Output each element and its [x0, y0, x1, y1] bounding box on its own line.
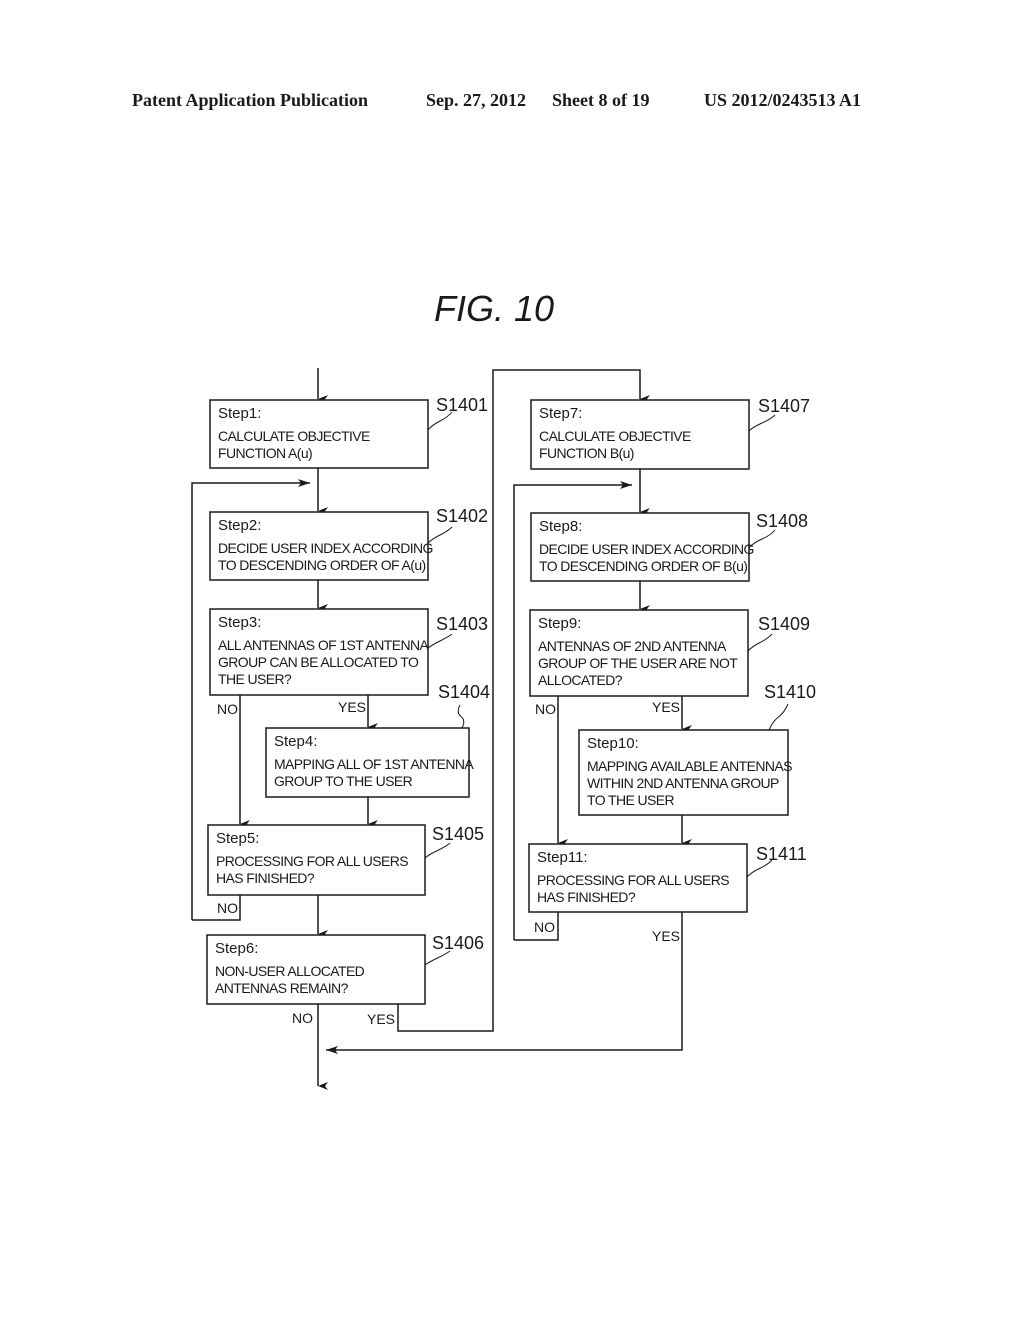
step-8-text-line: TO DESCENDING ORDER OF B(u): [539, 558, 747, 574]
s6-yes-label: YES: [367, 1011, 395, 1027]
step-2-text-line: TO DESCENDING ORDER OF A(u): [218, 557, 426, 573]
step-2-box: Step2: DECIDE USER INDEX ACCORDINGTO DESC…: [209, 506, 488, 581]
step-6-leader-squiggle: [424, 950, 451, 966]
step-11-text-line: HAS FINISHED?: [537, 889, 636, 905]
step-8-ref-label: S1408: [756, 511, 808, 531]
step-5-ref-label: S1405: [432, 824, 484, 844]
step-8-title: Step8:: [539, 518, 582, 535]
s11-yes-label: YES: [652, 928, 680, 944]
step-5-text-line: HAS FINISHED?: [216, 870, 315, 886]
step-9-leader-squiggle: [747, 633, 773, 652]
s5-no-label: NO: [217, 900, 238, 916]
step-2-text-line: DECIDE USER INDEX ACCORDING: [218, 540, 433, 556]
step-7-title: Step7:: [539, 405, 582, 422]
step-5-title: Step5:: [216, 830, 259, 847]
s11-no-label: NO: [534, 919, 555, 935]
step-10-text-line: MAPPING AVAILABLE ANTENNAS: [587, 758, 792, 774]
step-4-text-line: MAPPING ALL OF 1ST ANTENNA: [274, 756, 474, 772]
step-5-text-line: PROCESSING FOR ALL USERS: [216, 853, 408, 869]
step-6-box: Step6: NON-USER ALLOCATEDANTENNAS REMAIN?…: [206, 933, 484, 1005]
step-3-leader-squiggle: [427, 633, 453, 649]
step-10-title: Step10:: [587, 735, 639, 752]
step-4-ref-label: S1404: [438, 682, 490, 702]
step-4-leader-squiggle: [457, 704, 465, 729]
step-1-title: Step1:: [218, 405, 261, 422]
step-11-ref-label: S1411: [756, 844, 807, 864]
step-10-box: Step10: MAPPING AVAILABLE ANTENNASWITHIN …: [578, 682, 816, 816]
step-3-text-line: GROUP CAN BE ALLOCATED TO: [218, 654, 419, 670]
step-1-ref-label: S1401: [436, 395, 488, 415]
step-2-title: Step2:: [218, 517, 261, 534]
step-2-ref-label: S1402: [436, 506, 488, 526]
step-9-text-line: ANTENNAS OF 2ND ANTENNA: [538, 638, 727, 654]
step-10-text-line: TO THE USER: [587, 792, 675, 808]
step-3-text-line: THE USER?: [218, 671, 292, 687]
step-11-title: Step11:: [537, 849, 588, 866]
s9-yes-label: YES: [652, 699, 680, 715]
step-11-text-line: PROCESSING FOR ALL USERS: [537, 872, 729, 888]
step-4-text-line: GROUP TO THE USER: [274, 773, 413, 789]
step-6-text-line: NON-USER ALLOCATED: [215, 963, 365, 979]
step-5-leader-squiggle: [424, 842, 451, 859]
step-9-title: Step9:: [538, 615, 581, 632]
step-10-leader-squiggle: [768, 703, 789, 731]
step-8-box: Step8: DECIDE USER INDEX ACCORDINGTO DESC…: [530, 511, 808, 582]
step-7-text-line: CALCULATE OBJECTIVE: [539, 428, 691, 444]
step-3-text-line: ALL ANTENNAS OF 1ST ANTENNA: [218, 637, 429, 653]
s3-yes-label: YES: [338, 699, 366, 715]
step-9-text-line: ALLOCATED?: [538, 672, 623, 688]
step-3-ref-label: S1403: [436, 614, 488, 634]
step-4-box: Step4: MAPPING ALL OF 1ST ANTENNAGROUP TO…: [265, 682, 490, 798]
step-1-text-line: CALCULATE OBJECTIVE: [218, 428, 370, 444]
step-9-ref-label: S1409: [758, 614, 810, 634]
step-1-text-line: FUNCTION A(u): [218, 445, 312, 461]
step-6-text-line: ANTENNAS REMAIN?: [215, 980, 349, 996]
s3-no-label: NO: [217, 701, 238, 717]
flowchart: Step1:CALCULATE OBJECTIVEFUNCTION A(u)S1…: [191, 368, 816, 1090]
step-7-text-line: FUNCTION B(u): [539, 445, 634, 461]
step-7-leader-squiggle: [748, 414, 776, 432]
s6-no-label: NO: [292, 1010, 313, 1026]
step-11-box: Step11: PROCESSING FOR ALL USERSHAS FINIS…: [528, 843, 807, 913]
step-10-text-line: WITHIN 2ND ANTENNA GROUP: [587, 775, 779, 791]
step-5-box: Step5: PROCESSING FOR ALL USERSHAS FINISH…: [207, 824, 484, 896]
step-8-text-line: DECIDE USER INDEX ACCORDING: [539, 541, 754, 557]
s9-no-label: NO: [535, 701, 556, 717]
step-9-text-line: GROUP OF THE USER ARE NOT: [538, 655, 738, 671]
step-7-ref-label: S1407: [758, 396, 810, 416]
step-4-title: Step4:: [274, 733, 317, 750]
step-6-ref-label: S1406: [432, 933, 484, 953]
step-7-box: Step7: CALCULATE OBJECTIVEFUNCTION B(u) S1…: [530, 396, 810, 470]
step-6-title: Step6:: [215, 940, 258, 957]
step-3-title: Step3:: [218, 614, 261, 631]
step-1-box: Step1: CALCULATE OBJECTIVEFUNCTION A(u) S1…: [209, 395, 488, 469]
step-10-ref-label: S1410: [764, 682, 816, 702]
